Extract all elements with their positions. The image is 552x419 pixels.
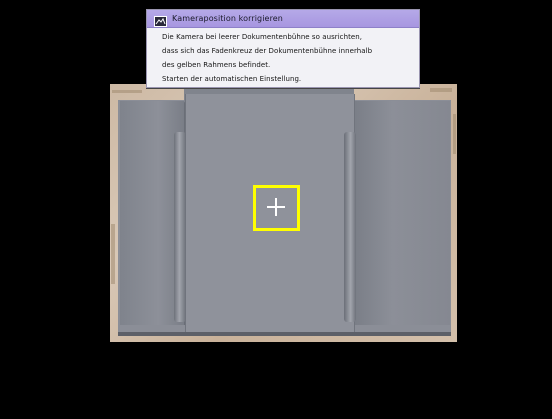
background-mark	[111, 224, 115, 284]
dialog-title: Kameraposition korrigieren	[172, 14, 283, 23]
stage-hinge-left	[174, 132, 186, 322]
screen: Kameraposition korrigieren Die Kamera be…	[0, 0, 552, 419]
stage-hinge-right	[344, 132, 356, 322]
dialog-title-bar: Kameraposition korrigieren	[147, 10, 419, 28]
stage-panel-right	[353, 101, 450, 325]
background-mark	[112, 90, 142, 93]
instruction-dialog: Kameraposition korrigieren Die Kamera be…	[146, 9, 420, 88]
stage-bottom-edge	[118, 332, 451, 336]
dialog-text-line: dass sich das Fadenkreuz der Dokumentenb…	[162, 47, 373, 55]
dialog-text-line: Starten der automatischen Einstellung.	[162, 75, 302, 83]
background-mark	[430, 88, 452, 92]
background-mark	[453, 114, 456, 154]
camera-stage-icon	[154, 12, 167, 27]
dialog-text-line: Die Kamera bei leerer Dokumentenbühne so…	[162, 33, 362, 41]
dialog-text-line: des gelben Rahmens befindet.	[162, 61, 271, 69]
dialog-body: Die Kamera bei leerer Dokumentenbühne so…	[162, 30, 417, 86]
crosshair-icon	[264, 196, 288, 220]
